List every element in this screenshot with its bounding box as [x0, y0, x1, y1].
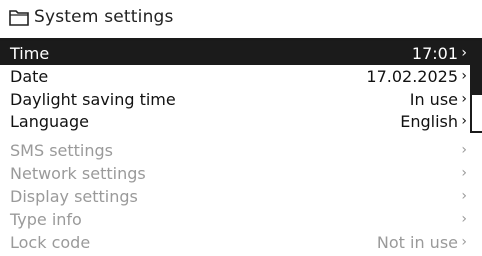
- menu-item-language[interactable]: Language English ›: [0, 110, 470, 133]
- menu-item-time[interactable]: Time 17:01 ›: [0, 42, 470, 65]
- menu-item-value: Not in use: [376, 233, 458, 252]
- folder-icon: [9, 10, 29, 26]
- menu-item-value: 17:01: [411, 44, 458, 63]
- chevron-right-icon: ›: [461, 91, 467, 107]
- screen-header: System settings: [0, 0, 482, 36]
- menu-item-label: Type info: [10, 210, 82, 229]
- menu-item-label: Lock code: [10, 233, 91, 252]
- page-title: System settings: [34, 7, 174, 27]
- menu-item-lock-code[interactable]: Lock code Not in use ›: [0, 231, 470, 254]
- scrollbar-end-cap: [470, 126, 482, 133]
- chevron-right-icon: ›: [461, 45, 467, 61]
- chevron-right-icon: ›: [461, 68, 467, 84]
- menu-item-value: In use: [409, 90, 458, 109]
- menu-item-label: SMS settings: [10, 141, 114, 160]
- chevron-right-icon: ›: [461, 142, 467, 158]
- menu-item-label: Daylight saving time: [10, 90, 176, 109]
- menu-item-type-info[interactable]: Type info ›: [0, 208, 470, 231]
- chevron-right-icon: ›: [461, 165, 467, 181]
- menu-item-date[interactable]: Date 17.02.2025 ›: [0, 65, 470, 88]
- menu-item-label: Time: [10, 44, 50, 63]
- menu-item-value: English: [400, 112, 458, 131]
- menu-item-value: 17.02.2025: [366, 67, 458, 86]
- menu-item-label: Language: [10, 112, 89, 131]
- chevron-right-icon: ›: [461, 113, 467, 129]
- menu-item-display-settings[interactable]: Display settings ›: [0, 185, 470, 208]
- chevron-right-icon: ›: [461, 188, 467, 204]
- menu-item-label: Date: [10, 67, 49, 86]
- chevron-right-icon: ›: [461, 234, 467, 250]
- menu-item-label: Network settings: [10, 164, 146, 183]
- menu-item-label: Display settings: [10, 187, 138, 206]
- scrollbar-thumb[interactable]: [472, 41, 482, 95]
- menu-item-daylight-saving-time[interactable]: Daylight saving time In use ›: [0, 88, 470, 111]
- chevron-right-icon: ›: [461, 211, 467, 227]
- menu-item-network-settings[interactable]: Network settings ›: [0, 162, 470, 185]
- menu-item-sms-settings[interactable]: SMS settings ›: [0, 139, 470, 162]
